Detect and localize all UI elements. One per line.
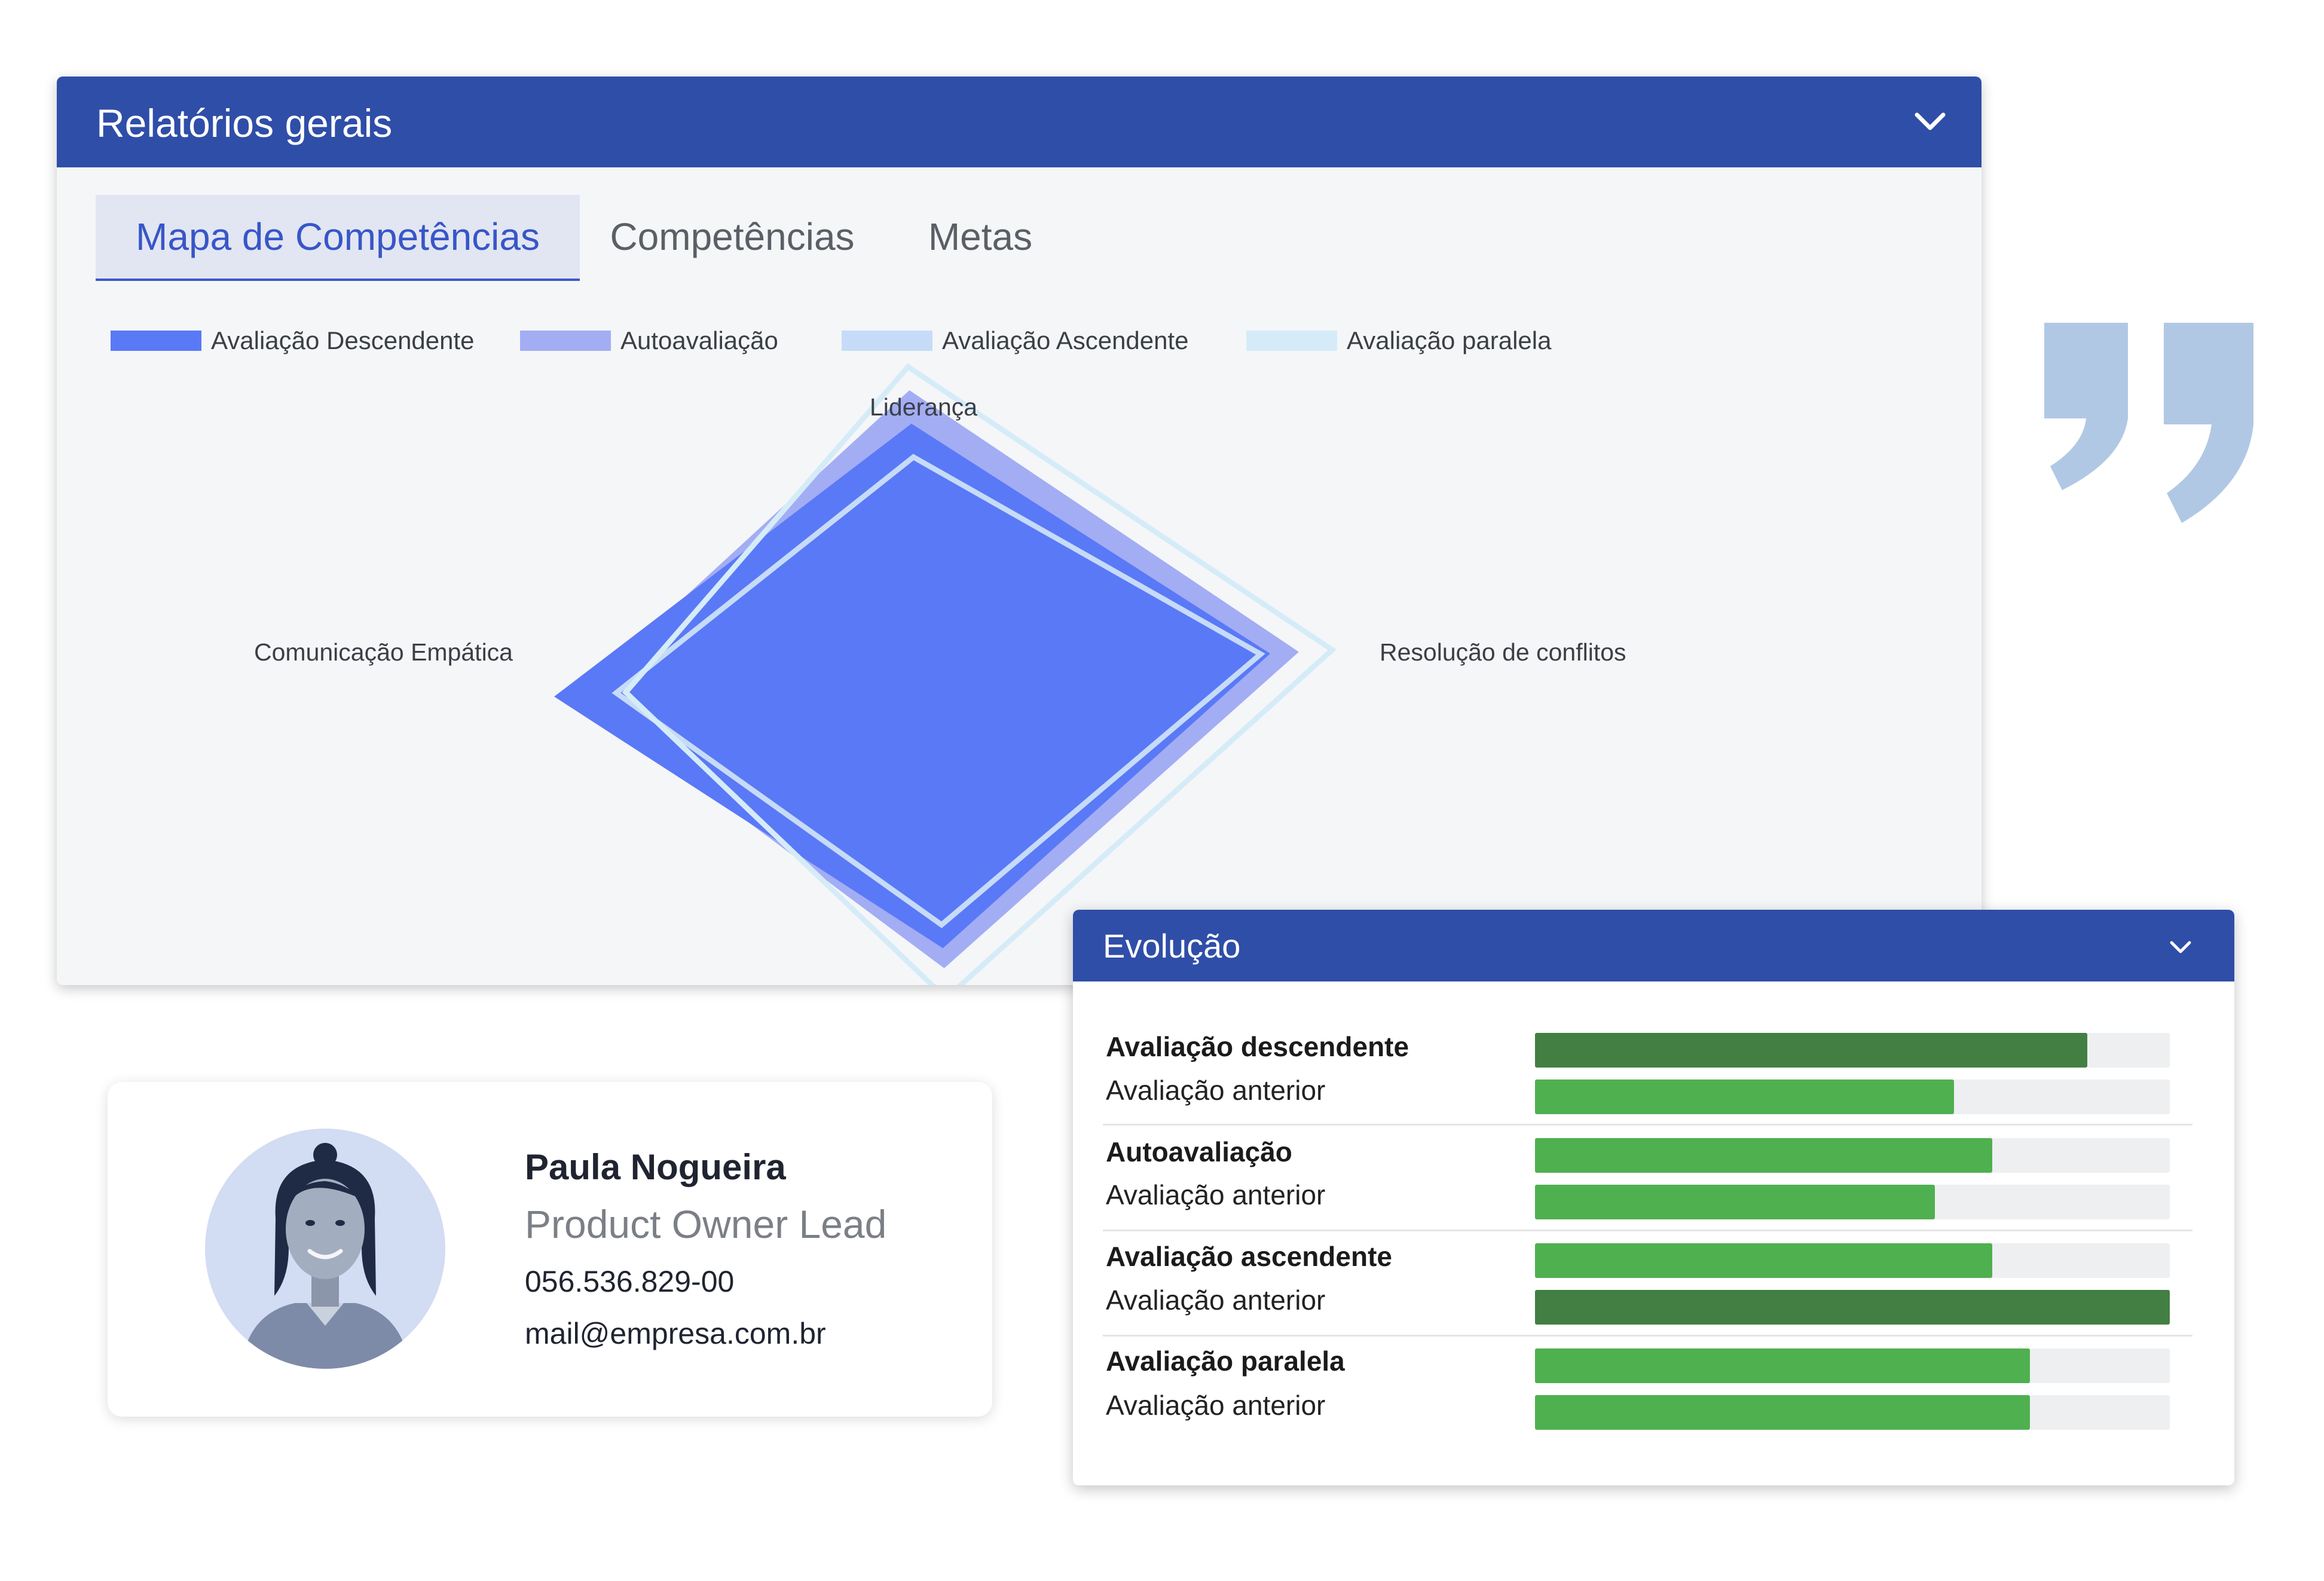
chevron-down-icon[interactable] bbox=[1913, 111, 1947, 132]
legend-swatch bbox=[520, 331, 611, 351]
profile-email: mail@empresa.com.br bbox=[525, 1317, 826, 1350]
evolution-divider bbox=[1103, 1230, 2192, 1231]
chevron-down-icon[interactable] bbox=[2169, 940, 2192, 955]
legend-label: Avaliação paralela bbox=[1347, 326, 1552, 354]
tab-label: Competências bbox=[610, 215, 855, 258]
legend-item-ascendente: Avaliação Ascendente bbox=[842, 323, 1189, 359]
axis-label-lideranca: Liderança bbox=[870, 393, 978, 421]
evolution-bar-track bbox=[1535, 1033, 2170, 1068]
evolution-bar-track bbox=[1535, 1348, 2170, 1383]
evolution-bar-track bbox=[1535, 1395, 2170, 1430]
evolution-label: Autoavaliação bbox=[1106, 1136, 1292, 1167]
evolution-panel-header[interactable]: Evolução bbox=[1073, 910, 2234, 981]
evolution-bar-track bbox=[1535, 1243, 2170, 1278]
evolution-label: Avaliação paralela bbox=[1106, 1345, 1345, 1377]
evolution-bar-previous bbox=[1535, 1395, 2031, 1430]
evolution-previous-label: Avaliação anterior bbox=[1106, 1075, 1326, 1106]
evolution-previous-label: Avaliação anterior bbox=[1106, 1390, 1326, 1421]
evolution-previous-label: Avaliação anterior bbox=[1106, 1179, 1326, 1210]
tab-competencias[interactable]: Competências bbox=[595, 195, 870, 279]
avatar bbox=[205, 1129, 445, 1369]
tab-mapa-de-competencias[interactable]: Mapa de Competências bbox=[96, 195, 580, 281]
closing-quote-icon bbox=[2044, 323, 2253, 523]
legend-swatch bbox=[842, 331, 932, 351]
tab-metas[interactable]: Metas bbox=[897, 195, 1064, 279]
evolution-bar-current bbox=[1535, 1243, 1992, 1278]
profile-name: Paula Nogueira bbox=[525, 1147, 786, 1187]
tab-label: Metas bbox=[928, 215, 1033, 258]
evolution-bar-track bbox=[1535, 1080, 2170, 1114]
evolution-bar-current bbox=[1535, 1348, 2031, 1383]
legend-label: Autoavaliação bbox=[620, 326, 778, 354]
person-photo-icon bbox=[241, 1143, 409, 1369]
legend-swatch bbox=[1246, 331, 1337, 351]
axis-label-comunicacao-empatica: Comunicação Empática bbox=[254, 638, 513, 666]
evolution-previous-label: Avaliação anterior bbox=[1106, 1285, 1326, 1316]
evolution-bar-previous bbox=[1535, 1080, 1954, 1114]
evolution-bar-current bbox=[1535, 1138, 1992, 1173]
profile-card: Paula Nogueira Product Owner Lead 056.53… bbox=[108, 1082, 992, 1417]
legend-label: Avaliação Ascendente bbox=[942, 326, 1189, 354]
evolution-bar-track bbox=[1535, 1138, 2170, 1173]
evolution-bar-previous bbox=[1535, 1185, 1935, 1219]
panel-title: Relatórios gerais bbox=[96, 101, 393, 145]
evolution-bar-track bbox=[1535, 1185, 2170, 1219]
profile-document: 056.536.829-00 bbox=[525, 1265, 735, 1298]
axis-label-resolucao-de-conflitos: Resolução de conflitos bbox=[1380, 638, 1626, 666]
evolution-title: Evolução bbox=[1103, 927, 1241, 965]
evolution-divider bbox=[1103, 1335, 2192, 1337]
reports-panel: Relatórios gerais Mapa de Competências C… bbox=[57, 77, 1981, 985]
evolution-divider bbox=[1103, 1124, 2192, 1126]
legend-swatch bbox=[111, 331, 201, 351]
evolution-bar-previous bbox=[1535, 1290, 2170, 1325]
evolution-label: Avaliação ascendente bbox=[1106, 1241, 1392, 1272]
evolution-panel: Evolução Avaliação descendente Avaliação… bbox=[1073, 910, 2234, 1485]
tab-label: Mapa de Competências bbox=[136, 215, 540, 258]
evolution-bar-track bbox=[1535, 1290, 2170, 1325]
reports-panel-header[interactable]: Relatórios gerais bbox=[57, 77, 1981, 167]
legend-label: Avaliação Descendente bbox=[211, 326, 475, 354]
legend-item-paralela: Avaliação paralela bbox=[1246, 323, 1551, 359]
legend-item-autoavaliacao: Autoavaliação bbox=[520, 323, 778, 359]
profile-role: Product Owner Lead bbox=[525, 1202, 887, 1246]
evolution-bar-current bbox=[1535, 1033, 2087, 1068]
radar-series-avalia-o-descendente bbox=[554, 423, 1270, 949]
legend-item-descendente: Avaliação Descendente bbox=[111, 323, 475, 359]
evolution-label: Avaliação descendente bbox=[1106, 1031, 1409, 1062]
